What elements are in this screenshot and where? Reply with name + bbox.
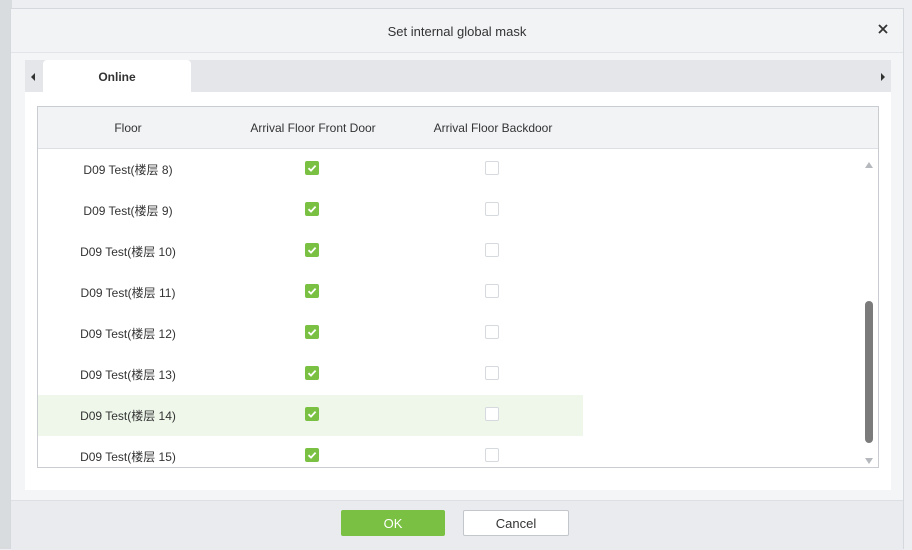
scroll-up-icon[interactable]	[865, 157, 873, 168]
column-header-floor[interactable]: Floor	[38, 121, 218, 135]
front-door-checkbox[interactable]	[305, 448, 319, 462]
tab-content: Floor Arrival Floor Front Door Arrival F…	[25, 92, 891, 490]
table-row[interactable]: D09 Test(楼层 10)	[38, 231, 583, 272]
table-row[interactable]: D09 Test(楼层 9)	[38, 190, 583, 231]
backdoor-checkbox[interactable]	[485, 325, 499, 339]
backdoor-checkbox[interactable]	[485, 407, 499, 421]
front-door-checkbox[interactable]	[305, 407, 319, 421]
backdoor-checkbox[interactable]	[485, 202, 499, 216]
backdoor-checkbox[interactable]	[485, 284, 499, 298]
dialog-footer: OK Cancel	[11, 500, 903, 550]
front-door-checkbox[interactable]	[305, 284, 319, 298]
table-row[interactable]: D09 Test(楼层 12)	[38, 313, 583, 354]
close-icon[interactable]	[875, 21, 891, 37]
front-door-checkbox[interactable]	[305, 325, 319, 339]
floor-name: D09 Test(楼层 11)	[80, 286, 176, 300]
ok-button[interactable]: OK	[341, 510, 445, 536]
column-header-front-door[interactable]: Arrival Floor Front Door	[218, 121, 408, 135]
floor-name: D09 Test(楼层 13)	[80, 368, 176, 382]
floor-name: D09 Test(楼层 12)	[80, 327, 176, 341]
dialog-titlebar: Set internal global mask	[11, 9, 903, 53]
backdoor-checkbox[interactable]	[485, 366, 499, 380]
table-row[interactable]: D09 Test(楼层 11)	[38, 272, 583, 313]
table-row[interactable]: D09 Test(楼层 14)	[38, 395, 583, 436]
dialog-title: Set internal global mask	[387, 24, 527, 39]
backdoor-checkbox[interactable]	[485, 448, 499, 462]
grid-header: Floor Arrival Floor Front Door Arrival F…	[38, 107, 878, 149]
set-internal-global-mask-dialog: Set internal global mask Online Floor Ar…	[10, 8, 904, 550]
tab-bar: Online	[25, 60, 891, 93]
scroll-down-icon[interactable]	[865, 453, 873, 464]
front-door-checkbox[interactable]	[305, 243, 319, 257]
floor-name: D09 Test(楼层 14)	[80, 409, 176, 423]
table-row[interactable]: D09 Test(楼层 13)	[38, 354, 583, 395]
cancel-button[interactable]: Cancel	[463, 510, 569, 536]
tab-scroll-left-icon[interactable]	[29, 71, 37, 81]
backdoor-checkbox[interactable]	[485, 243, 499, 257]
front-door-checkbox[interactable]	[305, 202, 319, 216]
table-row[interactable]: D09 Test(楼层 8)	[38, 149, 583, 190]
backdoor-checkbox[interactable]	[485, 161, 499, 175]
column-header-backdoor[interactable]: Arrival Floor Backdoor	[408, 121, 578, 135]
floor-grid: Floor Arrival Floor Front Door Arrival F…	[37, 106, 879, 468]
floor-name: D09 Test(楼层 15)	[80, 450, 176, 464]
front-door-checkbox[interactable]	[305, 366, 319, 380]
scrollbar-thumb[interactable]	[865, 301, 873, 443]
table-row[interactable]: D09 Test(楼层 15)	[38, 436, 583, 467]
floor-name: D09 Test(楼层 9)	[83, 204, 173, 218]
vertical-scrollbar[interactable]	[860, 149, 878, 467]
tab-scroll-right-icon[interactable]	[879, 71, 887, 81]
tab-online[interactable]: Online	[43, 60, 191, 93]
front-door-checkbox[interactable]	[305, 161, 319, 175]
floor-name: D09 Test(楼层 8)	[83, 163, 173, 177]
floor-name: D09 Test(楼层 10)	[80, 245, 176, 259]
